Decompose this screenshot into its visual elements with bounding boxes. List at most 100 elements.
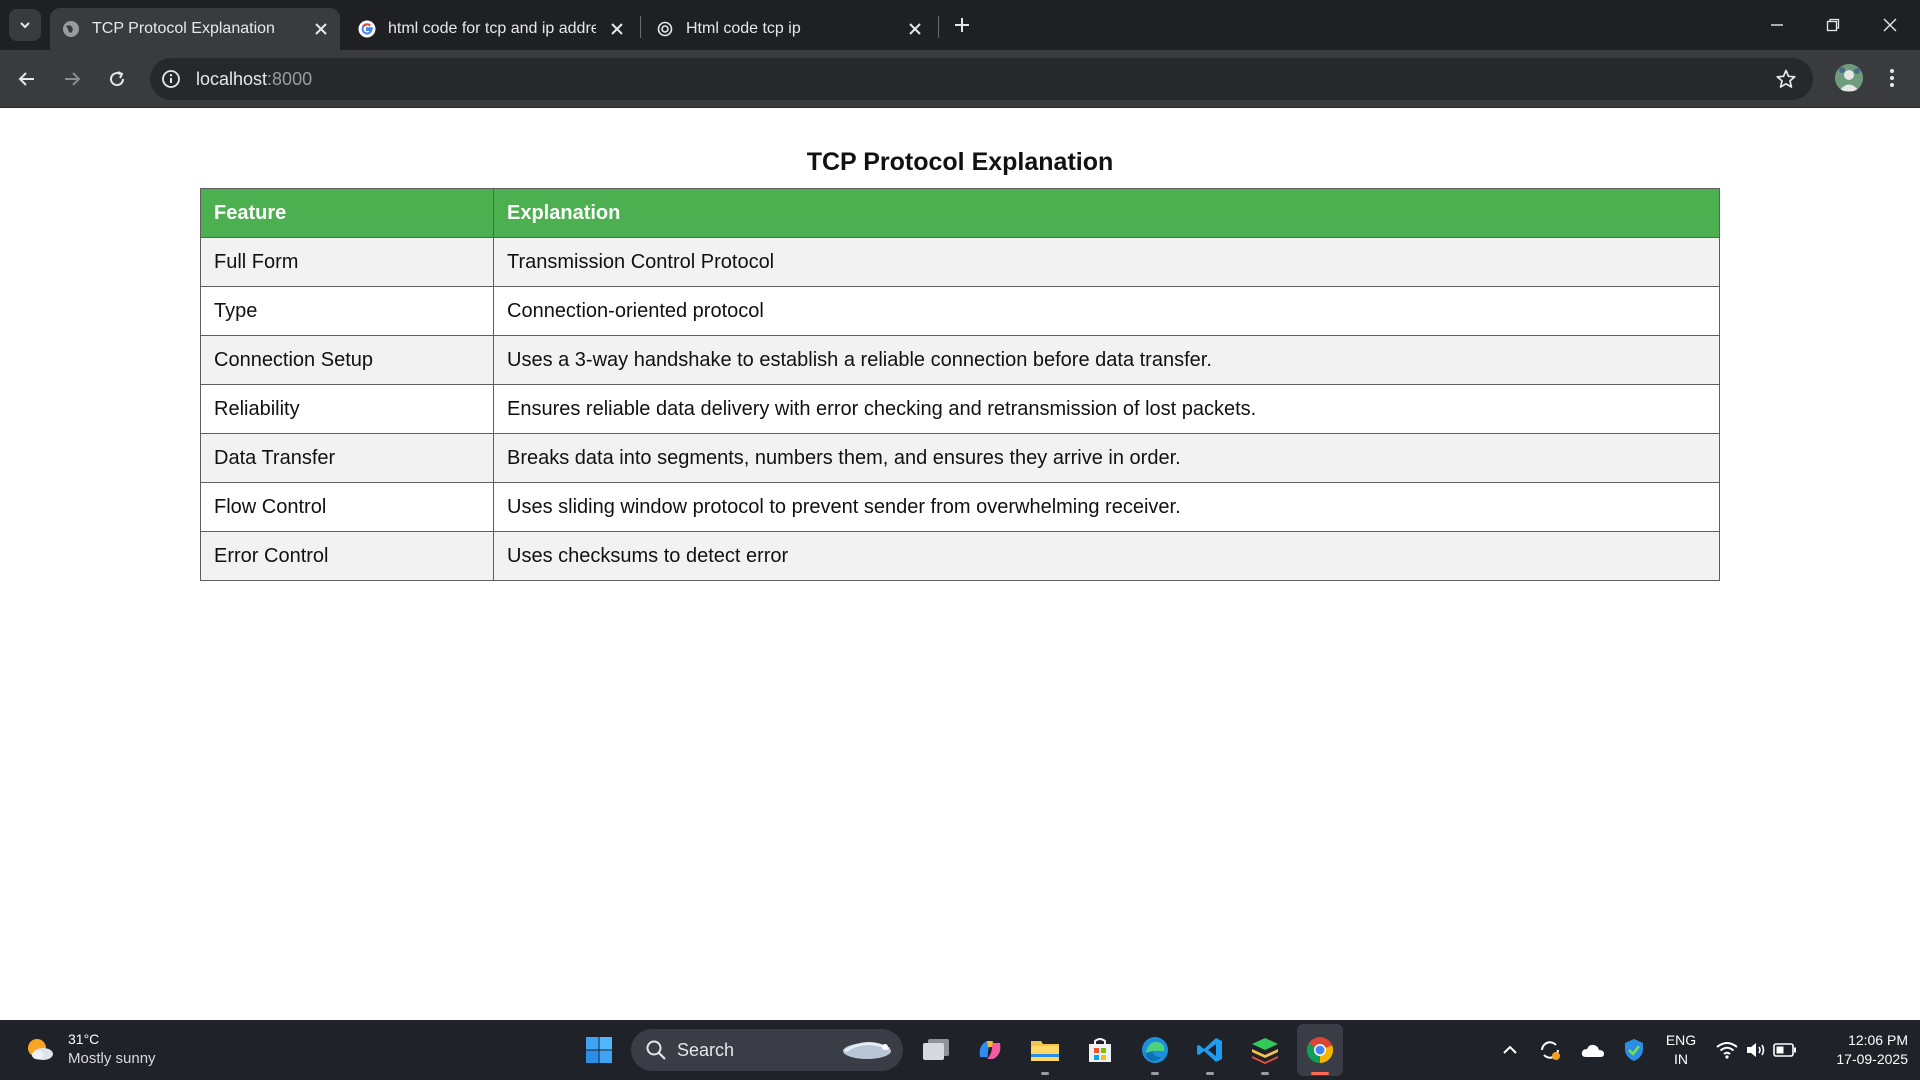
tab-separator [938,16,939,38]
table-row: Type Connection-oriented protocol [200,286,1720,336]
weather-temp: 31°C [68,1031,100,1047]
tab-title: html code for tcp and ip addres [388,20,596,37]
chrome-icon [1306,1037,1334,1064]
file-explorer-icon [1031,1041,1059,1061]
minimize-button[interactable] [1764,12,1790,38]
onedrive-tray-button[interactable] [1578,1032,1608,1068]
sync-tray-button[interactable] [1535,1032,1565,1068]
stack-app-button[interactable] [1247,1032,1283,1068]
tab-google-search[interactable]: html code for tcp and ip addres [346,8,636,50]
feature-cell: Flow Control [200,482,494,532]
browser-menu-button[interactable] [1882,65,1902,91]
wifi-icon [1716,1042,1738,1059]
table-row: Full Form Transmission Control Protocol [200,237,1720,287]
feature-cell: Type [200,286,494,336]
language-code: ENG [1665,1032,1697,1048]
partly-sunny-icon [28,1039,53,1060]
browser-tab-strip: TCP Protocol Explanation html code for t… [0,0,1920,50]
explanation-cell: Uses sliding window protocol to prevent … [493,482,1720,532]
minimize-icon [1771,24,1783,26]
defender-icon [1625,1039,1643,1061]
battery-tray-button[interactable] [1770,1032,1800,1068]
tab-search-button[interactable] [9,9,41,41]
forward-button[interactable] [57,64,87,94]
show-hidden-icons-button[interactable] [1495,1032,1525,1068]
explanation-cell: Transmission Control Protocol [493,237,1720,287]
chatgpt-icon [656,20,674,38]
explanation-cell: Ensures reliable data delivery with erro… [493,384,1720,434]
chevron-down-icon [20,22,30,29]
globe-icon [62,20,80,38]
tab-tcp-protocol[interactable]: TCP Protocol Explanation [50,8,340,50]
feature-cell: Reliability [200,384,494,434]
close-icon [1883,18,1897,32]
task-view-button[interactable] [918,1032,954,1068]
arrow-right-icon [65,72,81,86]
volume-icon [1747,1043,1765,1057]
active-app-indicator [1311,1072,1329,1075]
copilot-button[interactable] [972,1032,1008,1068]
start-button[interactable] [581,1032,617,1068]
search-highlight-icon [843,1042,891,1059]
restore-icon [1826,18,1840,32]
reload-icon [110,71,125,87]
explanation-cell: Breaks data into segments, numbers them,… [493,433,1720,483]
reload-button[interactable] [102,64,132,94]
feature-cell: Data Transfer [200,433,494,483]
arrow-left-icon [18,72,34,86]
tab-separator [640,16,641,38]
region-code: IN [1674,1051,1688,1067]
bookmark-star-icon[interactable] [1775,68,1797,90]
table-row: Data Transfer Breaks data into segments,… [200,433,1720,483]
back-button[interactable] [12,64,42,94]
tab-close-icon[interactable] [906,20,924,38]
header-feature: Feature [200,188,494,238]
wifi-tray-button[interactable] [1712,1032,1742,1068]
page-content: TCP Protocol Explanation Feature Explana… [0,108,1920,1020]
profile-avatar[interactable] [1835,64,1863,92]
defender-tray-button[interactable] [1619,1032,1649,1068]
feature-cell: Full Form [200,237,494,287]
google-icon [358,20,376,38]
task-view-icon [923,1039,949,1060]
explanation-cell: Uses a 3-way handshake to establish a re… [493,335,1720,385]
running-indicator [1206,1072,1214,1075]
chrome-button[interactable] [1302,1032,1338,1068]
url-host: localhost [196,69,268,89]
vscode-button[interactable] [1192,1032,1228,1068]
table-row: Connection Setup Uses a 3-way handshake … [200,335,1720,385]
weather-widget[interactable]: 31°C Mostly sunny [24,1030,156,1068]
language-indicator[interactable]: ENG IN [1660,1031,1702,1069]
page-title: TCP Protocol Explanation [806,148,1114,176]
running-indicator [1261,1072,1269,1075]
plus-icon [955,18,969,32]
taskbar-search[interactable]: Search [631,1029,903,1071]
tab-close-icon[interactable] [312,20,330,38]
file-explorer-button[interactable] [1027,1032,1063,1068]
clock-time: 12:06 PM [1848,1032,1908,1048]
feature-cell: Connection Setup [200,335,494,385]
address-bar[interactable]: localhost:8000 [150,58,1813,100]
site-info-icon[interactable] [161,69,181,89]
explanation-cell: Connection-oriented protocol [493,286,1720,336]
header-explanation: Explanation [493,188,1720,238]
edge-icon [1142,1037,1168,1063]
close-window-button[interactable] [1877,12,1903,38]
search-label: Search [677,1040,735,1060]
microsoft-store-button[interactable] [1082,1032,1118,1068]
tcp-table: Feature Explanation Full Form Transmissi… [200,188,1720,581]
restore-button[interactable] [1820,12,1846,38]
avatar-icon [1835,64,1863,92]
tab-close-icon[interactable] [608,20,626,38]
new-tab-button[interactable] [950,13,974,37]
tab-chatgpt[interactable]: Html code tcp ip [644,8,934,50]
volume-tray-button[interactable] [1741,1032,1771,1068]
edge-button[interactable] [1137,1032,1173,1068]
vscode-icon [1197,1038,1222,1062]
more-vertical-icon [1890,69,1894,87]
tab-title: TCP Protocol Explanation [92,20,275,37]
search-icon [646,1040,666,1060]
sync-icon [1541,1041,1560,1060]
onedrive-icon [1581,1044,1604,1057]
clock[interactable]: 12:06 PM 17-09-2025 [1808,1031,1908,1069]
